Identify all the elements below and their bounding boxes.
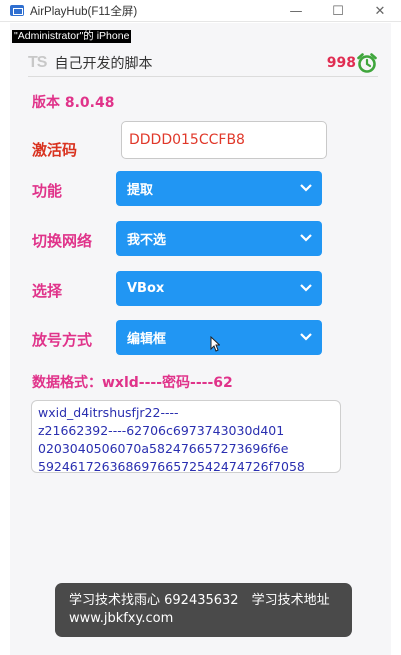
data-line: z21662392----62706c6973743030d401 xyxy=(38,423,285,438)
phone-screen: "Administrator"的 iPhone TS 自己开发的脚本 998 版… xyxy=(10,23,391,655)
airplay-app-icon xyxy=(10,5,24,16)
chevron-down-icon xyxy=(300,284,312,292)
function-select-value: 提取 xyxy=(127,183,154,198)
function-select[interactable]: 提取 xyxy=(116,171,322,206)
window-title: AirPlayHub(F11全屏) xyxy=(30,5,138,18)
data-line: wxid_d4itrshusfjr22---- xyxy=(38,405,179,420)
placement-mode-label: 放号方式 xyxy=(32,331,93,349)
version-label: 版本 8.0.48 xyxy=(32,95,115,111)
window-controls: — ☐ ✕ xyxy=(275,0,401,22)
maximize-button[interactable]: ☐ xyxy=(317,0,359,22)
activation-label: 激活码 xyxy=(32,141,78,159)
data-line: 0203040506070a582476657273696f6e xyxy=(38,441,289,456)
chevron-down-icon xyxy=(300,333,312,341)
data-line: 59246172636869766572542474726f7058 xyxy=(38,459,305,473)
choose-select-value: VBox xyxy=(127,281,165,296)
data-format-label: 数据格式：wxld----密码----62 xyxy=(32,375,233,391)
network-switch-label: 切换网络 xyxy=(32,232,93,250)
toast-message: 学习技术找雨心 692435632 学习技术地址 www.jbkfxy.com xyxy=(55,583,352,637)
counter-value: 998 xyxy=(326,54,356,71)
device-label: "Administrator"的 iPhone xyxy=(12,30,132,43)
network-switch-select[interactable]: 我不选 xyxy=(116,221,322,256)
chevron-down-icon xyxy=(300,184,312,192)
function-label: 功能 xyxy=(32,182,63,200)
window-titlebar: AirPlayHub(F11全屏) — ☐ ✕ xyxy=(0,0,401,22)
close-button[interactable]: ✕ xyxy=(359,0,401,22)
network-switch-select-value: 我不选 xyxy=(127,233,167,248)
alarm-clock-icon[interactable] xyxy=(356,52,378,74)
mouse-cursor-icon xyxy=(210,336,220,352)
ts-logo: TS xyxy=(28,53,47,71)
script-header: TS 自己开发的脚本 998 xyxy=(28,49,378,77)
data-textarea[interactable]: wxid_d4itrshusfjr22---- z21662392----627… xyxy=(31,400,341,473)
activation-code-input[interactable]: DDDD015CCFB8 xyxy=(121,121,327,159)
script-title: 自己开发的脚本 xyxy=(54,55,153,72)
minimize-button[interactable]: — xyxy=(275,0,317,22)
placement-mode-select-value: 编辑框 xyxy=(127,332,167,347)
chevron-down-icon xyxy=(300,234,312,242)
choose-select[interactable]: VBox xyxy=(116,271,322,306)
choose-label: 选择 xyxy=(32,282,63,300)
